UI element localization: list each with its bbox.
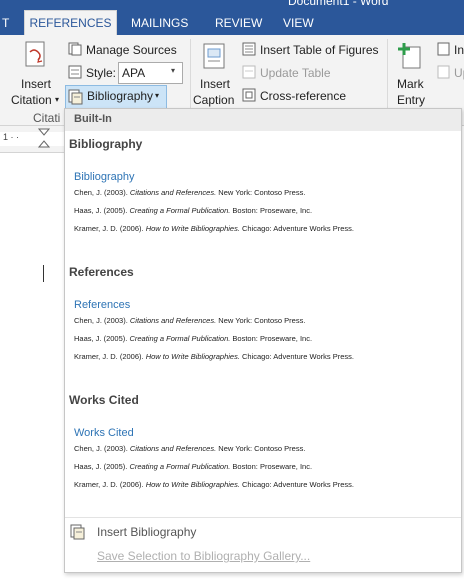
- update-table-button[interactable]: Update Table: [260, 66, 331, 80]
- reference-entry: Kramer, J. D. (2006). How to Write Bibli…: [74, 224, 355, 233]
- cross-reference-icon: [242, 88, 256, 102]
- ruler-ticks: 1 · ·: [3, 132, 20, 142]
- insert-citation-label1[interactable]: Insert: [21, 77, 51, 91]
- save-selection-label: Save Selection to Bibliography Gallery..…: [97, 549, 311, 563]
- style-icon: [68, 65, 82, 79]
- manage-sources-icon: [68, 42, 82, 56]
- gallery-heading: Bibliography: [74, 171, 135, 183]
- gallery-title-works-cited: Works Cited: [69, 393, 139, 407]
- reference-entry: Chen, J. (2003). Citations and Reference…: [74, 188, 306, 197]
- menu-separator: [65, 517, 461, 518]
- insert-citation-icon: [24, 40, 50, 70]
- insert-table-of-figures-button[interactable]: Insert Table of Figures: [260, 43, 379, 57]
- reference-entry: Haas, J. (2005). Creating a Formal Publi…: [74, 206, 313, 215]
- tab-view[interactable]: VIEW: [283, 16, 314, 30]
- insert-index-button[interactable]: In: [454, 43, 464, 57]
- insert-caption-label2[interactable]: Caption: [193, 93, 234, 107]
- bibliography-dropdown: Built-In Bibliography Bibliography Chen,…: [64, 108, 462, 573]
- window-title: Document1 - Word: [288, 0, 389, 8]
- gallery-heading: References: [74, 299, 131, 311]
- bibliography-label: Bibliography: [87, 89, 154, 103]
- gallery-title-references: References: [69, 265, 134, 279]
- style-select[interactable]: APA ▾: [118, 62, 183, 84]
- reference-entry: Chen, J. (2003). Citations and Reference…: [74, 444, 306, 453]
- style-label: Style:: [86, 66, 117, 80]
- mark-entry-label1[interactable]: Mark: [397, 77, 424, 91]
- reference-entry: Haas, J. (2005). Creating a Formal Publi…: [74, 462, 313, 471]
- insert-citation-label2[interactable]: Citation: [11, 93, 52, 107]
- chevron-down-icon: ▾: [171, 66, 176, 75]
- bibliography-icon: [70, 524, 86, 540]
- built-in-label: Built-In: [74, 113, 112, 125]
- bibliography-button[interactable]: Bibliography ▾: [65, 85, 167, 109]
- insert-caption-icon: [202, 42, 228, 72]
- tab-review[interactable]: REVIEW: [215, 16, 262, 30]
- insert-caption-label1[interactable]: Insert: [200, 77, 230, 91]
- reference-entry: Chen, J. (2003). Citations and Reference…: [74, 316, 306, 325]
- insert-bibliography-menu-item[interactable]: Insert Bibliography: [65, 521, 461, 543]
- save-selection-menu-item[interactable]: Save Selection to Bibliography Gallery..…: [65, 545, 461, 567]
- ruler-track: 1 · ·: [0, 128, 66, 148]
- mark-entry-label2[interactable]: Entry: [397, 93, 425, 107]
- gallery-item-references[interactable]: References Chen, J. (2003). Citations an…: [69, 291, 455, 369]
- reference-entry: Haas, J. (2005). Creating a Formal Publi…: [74, 334, 313, 343]
- chevron-down-icon: ▾: [155, 91, 160, 100]
- update-table-icon: [242, 65, 256, 79]
- citations-group-label: Citati: [33, 111, 61, 125]
- tab-partial[interactable]: T: [2, 16, 9, 30]
- tab-references[interactable]: REFERENCES: [24, 10, 117, 37]
- title-bar: Document1 - Word: [0, 0, 464, 10]
- chevron-down-icon[interactable]: ▾: [55, 95, 59, 104]
- insert-bibliography-label: Insert Bibliography: [97, 525, 197, 539]
- reference-entry: Kramer, J. D. (2006). How to Write Bibli…: [74, 352, 355, 361]
- table-of-figures-icon: [242, 42, 256, 56]
- tab-references-label: REFERENCES: [29, 16, 112, 30]
- bibliography-icon: [68, 89, 84, 105]
- gallery-title-bibliography: Bibliography: [69, 137, 143, 151]
- gallery-item-works-cited[interactable]: Works Cited Chen, J. (2003). Citations a…: [69, 419, 455, 497]
- cross-reference-button[interactable]: Cross-reference: [260, 89, 346, 103]
- gallery-item-bibliography[interactable]: Bibliography Chen, J. (2003). Citations …: [69, 163, 455, 241]
- style-select-value: APA: [122, 66, 146, 80]
- indent-marker-icon[interactable]: [37, 128, 51, 148]
- update-index-icon: [437, 65, 451, 79]
- reference-entry: Kramer, J. D. (2006). How to Write Bibli…: [74, 480, 355, 489]
- manage-sources-button[interactable]: Manage Sources: [86, 43, 177, 57]
- text-cursor: [43, 265, 44, 282]
- update-index-button[interactable]: Up: [454, 66, 464, 80]
- mark-entry-icon: [397, 41, 423, 71]
- tab-mailings[interactable]: MAILINGS: [131, 16, 188, 30]
- section-header: Built-In: [65, 109, 461, 131]
- gallery-heading: Works Cited: [74, 427, 134, 439]
- insert-index-icon: [437, 42, 451, 56]
